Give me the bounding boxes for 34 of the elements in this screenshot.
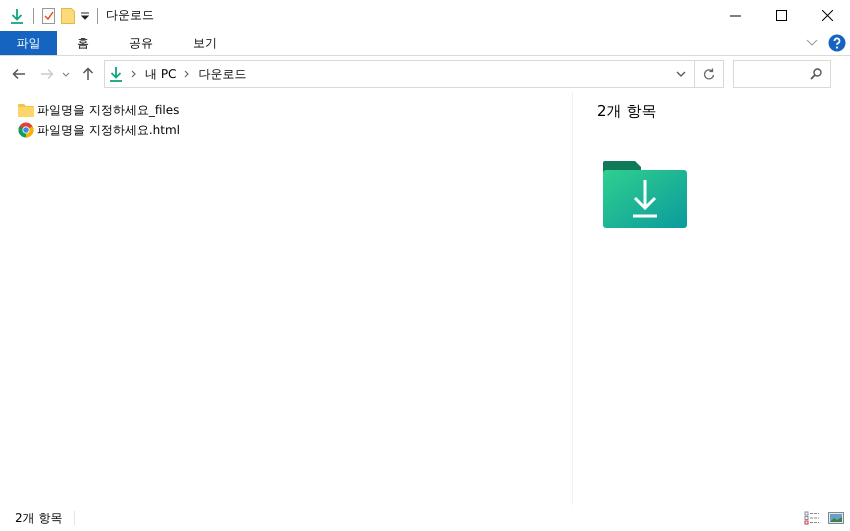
chevron-down-icon[interactable]	[676, 71, 686, 77]
up-arrow-icon[interactable]	[82, 67, 94, 81]
window-title: 다운로드	[106, 7, 154, 24]
ribbon-tab[interactable]: 보기	[173, 31, 237, 55]
customize-dropdown-icon[interactable]	[81, 12, 89, 20]
close-icon[interactable]	[822, 10, 832, 21]
file-name[interactable]: 파일명을 지정하세요_files	[37, 102, 180, 118]
details-view-icon[interactable]	[804, 511, 820, 525]
status-item-count: 2개 항목	[15, 510, 62, 526]
ribbon-tab[interactable]: 공유	[109, 31, 173, 55]
large-icons-view-icon[interactable]	[828, 512, 844, 524]
file-menu-tab[interactable]: 파일	[0, 31, 57, 55]
ribbon-tab[interactable]: 홈	[57, 31, 109, 55]
back-arrow-icon[interactable]	[12, 68, 26, 80]
breadcrumb[interactable]: 다운로드	[198, 66, 246, 82]
search-field[interactable]	[733, 60, 831, 88]
chevron-right-icon[interactable]	[131, 70, 137, 78]
maximize-icon[interactable]	[776, 10, 786, 21]
search-icon	[810, 68, 822, 80]
browser-file-icon	[18, 122, 34, 138]
refresh-icon[interactable]	[703, 68, 715, 80]
address-bar[interactable]: 내 PC 다운로드	[104, 60, 724, 88]
help-icon[interactable]	[828, 34, 846, 52]
download-icon[interactable]	[9, 8, 25, 24]
file-name[interactable]: 파일명을 지정하세요.html	[37, 122, 180, 138]
properties-icon[interactable]	[42, 8, 55, 24]
item-count: 2개 항목	[597, 102, 658, 121]
download-icon	[109, 66, 123, 82]
breadcrumb[interactable]: 내 PC	[145, 66, 176, 82]
recent-dropdown-icon[interactable]	[62, 72, 70, 76]
download-folder-icon	[603, 161, 689, 229]
chevron-right-icon[interactable]	[184, 70, 190, 78]
folder-icon	[18, 103, 34, 117]
expand-ribbon-icon[interactable]	[806, 39, 818, 47]
